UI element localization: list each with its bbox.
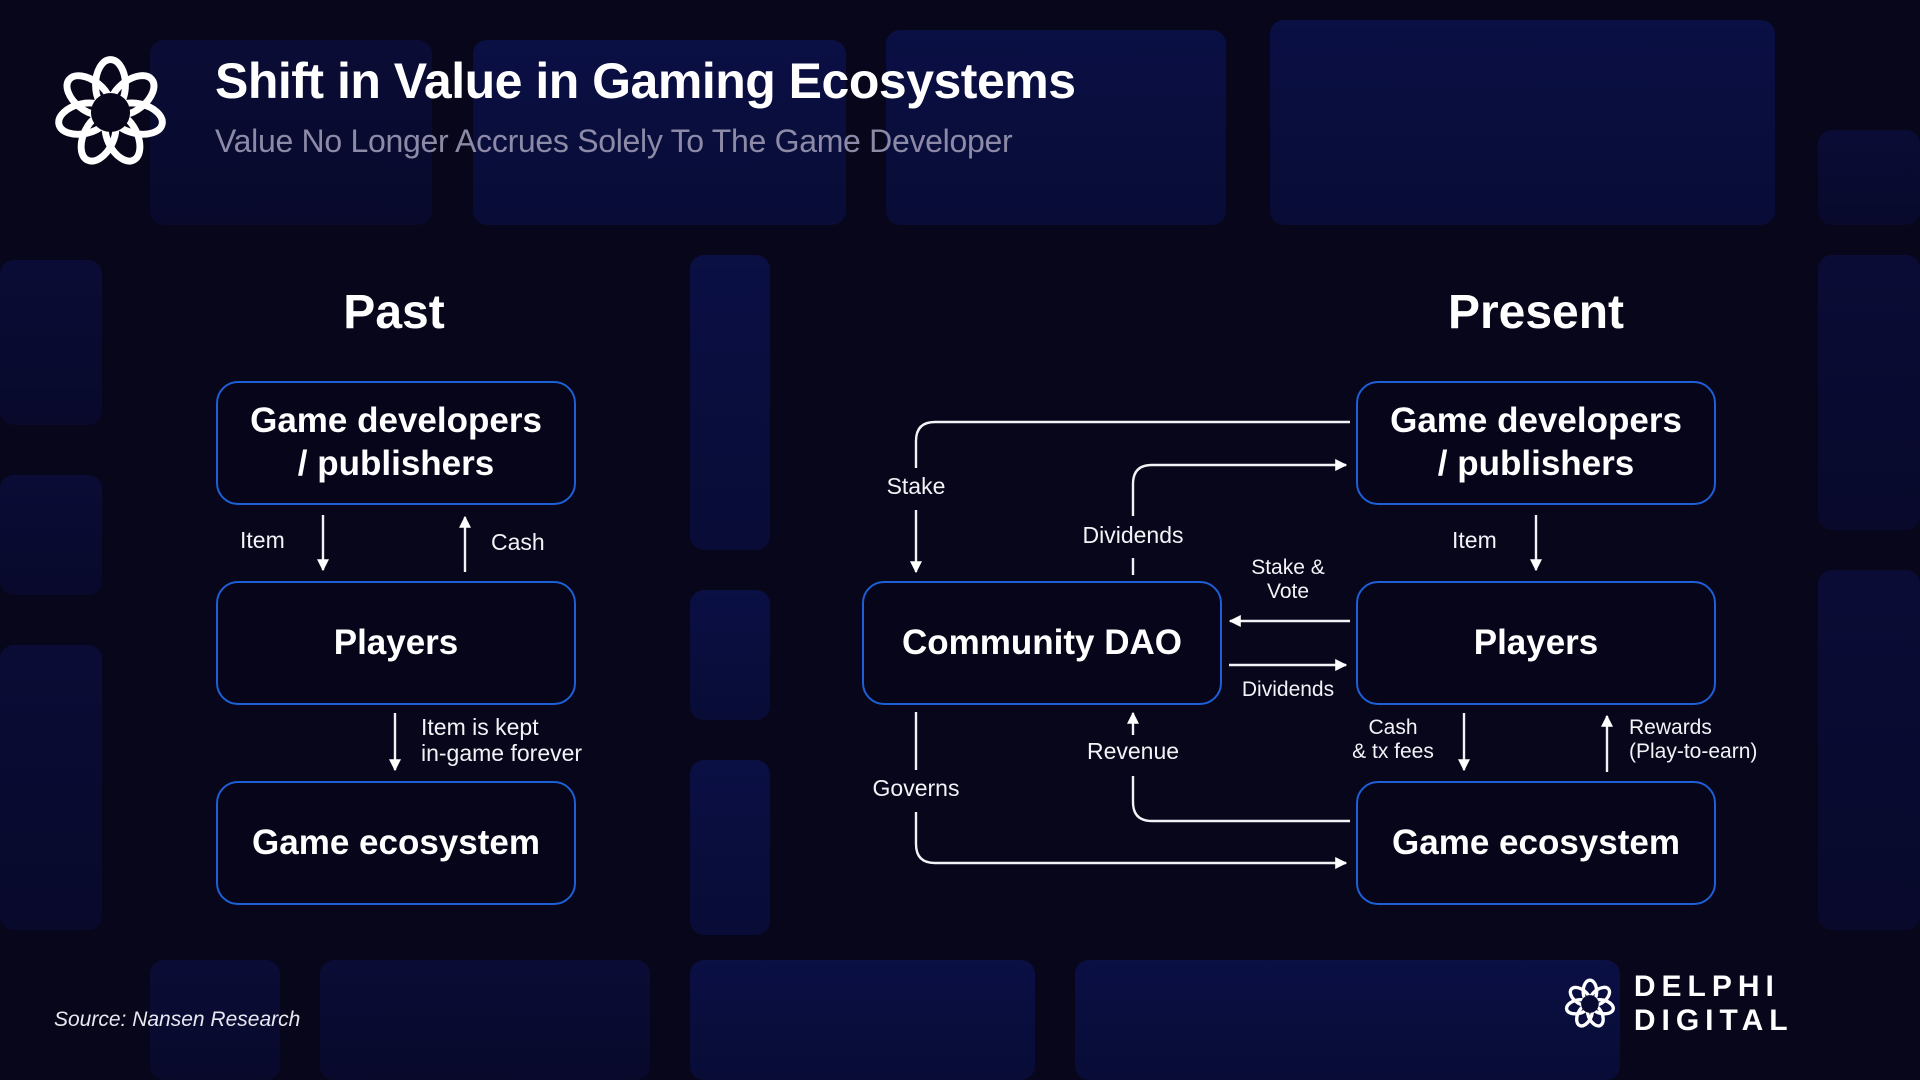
bg-tile [690, 760, 770, 935]
brand-name: DELPHI DIGITAL [1633, 970, 1794, 1037]
edge-label-dividends-players: Dividends [1241, 678, 1335, 701]
edge-label-cash: Cash [491, 529, 545, 555]
present-node-developers: Game developers / publishers [1356, 381, 1716, 505]
bg-tile [690, 960, 1035, 1080]
label-line: Rewards [1629, 716, 1712, 739]
present-node-players: Players [1356, 581, 1716, 705]
bg-tile [690, 255, 770, 550]
bg-tile [320, 960, 650, 1080]
present-heading: Present [1447, 286, 1625, 339]
bg-tile [1075, 960, 1620, 1080]
delphi-logo-icon [53, 55, 168, 170]
node-label: Players [333, 622, 459, 662]
node-label: Game ecosystem [1392, 822, 1680, 862]
source-note: Source: Nansen Research [54, 1008, 301, 1031]
edge-label-stake: Stake [886, 473, 946, 499]
past-heading: Past [343, 286, 445, 339]
background-tiles [0, 0, 1920, 1080]
node-label: Players [1473, 622, 1599, 662]
label-line: (Play-to-earn) [1629, 739, 1758, 763]
edge-label-governs: Governs [872, 775, 960, 801]
edge-label-cash-fees: Cash & tx fees [1338, 716, 1448, 763]
edge-label-item-kept: Item is kept in-game forever [421, 714, 583, 767]
edge-label-dividends-dev: Dividends [1082, 522, 1184, 548]
past-node-developers: Game developers / publishers [216, 381, 576, 505]
label-line: & tx fees [1352, 739, 1434, 763]
node-label: Game developers / publishers [1390, 401, 1682, 483]
present-node-ecosystem: Game ecosystem [1356, 781, 1716, 905]
label-line: Vote [1266, 579, 1310, 603]
bg-tile [0, 260, 102, 425]
delphi-knot-icon [1564, 978, 1615, 1028]
label-line: Stake & [1251, 556, 1325, 579]
past-node-players: Players [216, 581, 576, 705]
label-line: Item is kept [421, 714, 539, 740]
edge-label-revenue: Revenue [1086, 738, 1180, 764]
bg-tile [1818, 570, 1920, 930]
present-node-dao: Community DAO [862, 581, 1222, 705]
bg-tile [1270, 20, 1775, 225]
label-line: in-game forever [421, 739, 583, 766]
edge-label-stake-vote: Stake & Vote [1228, 556, 1348, 603]
bg-tile [1818, 255, 1920, 530]
page-title: Shift in Value in Gaming Ecosystems [215, 53, 1076, 109]
node-label: Community DAO [902, 622, 1182, 662]
bg-tile [0, 645, 102, 930]
node-label: Game developers / publishers [250, 401, 542, 483]
edge-label-item: Item [240, 527, 285, 553]
bg-tile [690, 590, 770, 720]
page-subtitle: Value No Longer Accrues Solely To The Ga… [215, 123, 1013, 159]
bg-tile [0, 475, 102, 595]
brand-logo: DELPHI DIGITAL [1564, 970, 1920, 1038]
node-label: Game ecosystem [252, 822, 540, 862]
past-node-ecosystem: Game ecosystem [216, 781, 576, 905]
label-line: Cash [1368, 716, 1418, 739]
edge-label-rewards: Rewards (Play-to-earn) [1629, 716, 1757, 763]
edge-label-present-item: Item [1452, 527, 1497, 553]
bg-tile [1818, 130, 1920, 225]
